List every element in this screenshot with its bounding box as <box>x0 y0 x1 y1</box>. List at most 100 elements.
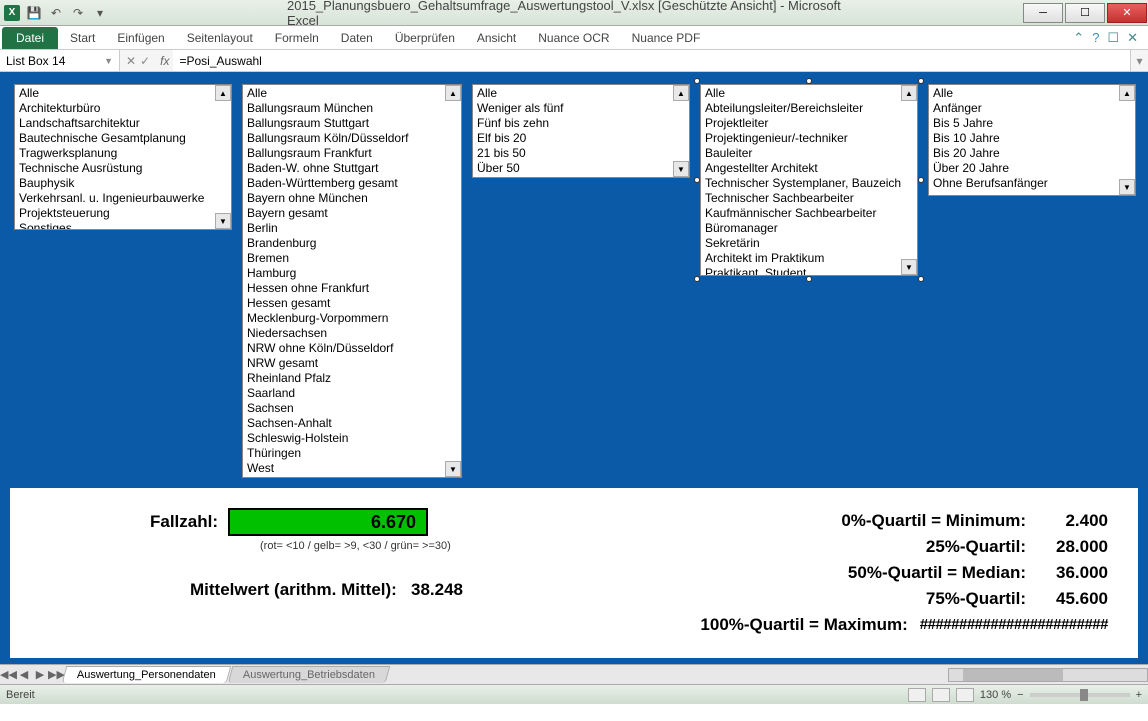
list-item[interactable]: Ballungsraum Stuttgart <box>245 116 459 131</box>
list-item[interactable]: Bautechnische Gesamtplanung <box>17 131 229 146</box>
list-item[interactable]: Sonstiges <box>17 221 229 230</box>
qat-dropdown-icon[interactable]: ▾ <box>92 5 108 21</box>
list-item[interactable]: Über 50 <box>475 161 687 176</box>
list-item[interactable]: Ohne Berufsanfänger <box>931 176 1133 191</box>
list-item[interactable]: Bauleiter <box>703 146 915 161</box>
list-item[interactable]: Berlin <box>245 221 459 236</box>
list-item[interactable]: Hamburg <box>245 266 459 281</box>
scroll-down-icon[interactable]: ▼ <box>215 213 231 229</box>
list-item[interactable]: Über 20 Jahre <box>931 161 1133 176</box>
horizontal-scrollbar[interactable] <box>948 668 1148 682</box>
list-item[interactable]: Technischer Sachbearbeiter <box>703 191 915 206</box>
scroll-up-icon[interactable]: ▲ <box>215 85 231 101</box>
list-item[interactable]: Bis 10 Jahre <box>931 131 1133 146</box>
tab-ueberpruefen[interactable]: Überprüfen <box>385 27 465 49</box>
list-item[interactable]: Elf bis 20 <box>475 131 687 146</box>
list-item[interactable]: Projektleiter <box>703 116 915 131</box>
save-icon[interactable]: 💾 <box>26 5 42 21</box>
list-item[interactable]: Praktikant, Student <box>703 266 915 276</box>
list-item[interactable]: Bis 20 Jahre <box>931 146 1133 161</box>
list-item[interactable]: Projektingenieur/-techniker <box>703 131 915 146</box>
list-item[interactable]: Sekretärin <box>703 236 915 251</box>
list-item[interactable]: Sachsen <box>245 401 459 416</box>
tab-seitenlayout[interactable]: Seitenlayout <box>177 27 263 49</box>
listbox-erfahrung[interactable]: AlleAnfängerBis 5 JahreBis 10 JahreBis 2… <box>928 84 1136 196</box>
scroll-up-icon[interactable]: ▲ <box>901 85 917 101</box>
tab-einfuegen[interactable]: Einfügen <box>107 27 174 49</box>
scroll-down-icon[interactable]: ▼ <box>901 259 917 275</box>
next-sheet-icon[interactable]: ▶ <box>32 668 48 681</box>
scroll-up-icon[interactable]: ▲ <box>1119 85 1135 101</box>
maximize-button[interactable]: ☐ <box>1065 3 1105 23</box>
list-item[interactable]: Technischer Systemplaner, Bauzeich <box>703 176 915 191</box>
scroll-down-icon[interactable]: ▼ <box>673 161 689 177</box>
list-item[interactable]: Angestellter Architekt <box>703 161 915 176</box>
tab-nuance-pdf[interactable]: Nuance PDF <box>622 27 711 49</box>
page-layout-view-icon[interactable] <box>932 688 950 702</box>
list-item[interactable]: NRW ohne Köln/Düsseldorf <box>245 341 459 356</box>
enter-formula-icon[interactable]: ✓ <box>140 54 150 68</box>
list-item[interactable]: Projektsteuerung <box>17 206 229 221</box>
tab-start[interactable]: Start <box>60 27 105 49</box>
list-item[interactable]: Ballungsraum Frankfurt <box>245 146 459 161</box>
redo-icon[interactable]: ↷ <box>70 5 86 21</box>
listbox-groesse[interactable]: AlleWeniger als fünfFünf bis zehnElf bis… <box>472 84 690 178</box>
tab-nuance-ocr[interactable]: Nuance OCR <box>528 27 619 49</box>
page-break-view-icon[interactable] <box>956 688 974 702</box>
list-item[interactable]: Technische Ausrüstung <box>17 161 229 176</box>
list-item[interactable]: Sachsen-Anhalt <box>245 416 459 431</box>
list-item[interactable]: 21 bis 50 <box>475 146 687 161</box>
list-item[interactable]: Tragwerksplanung <box>17 146 229 161</box>
list-item[interactable]: Thüringen <box>245 446 459 461</box>
list-item[interactable]: Kaufmännischer Sachbearbeiter <box>703 206 915 221</box>
list-item[interactable]: Niedersachsen <box>245 326 459 341</box>
list-item[interactable]: Saarland <box>245 386 459 401</box>
listbox-fachrichtung[interactable]: AlleArchitekturbüroLandschaftsarchitektu… <box>14 84 232 230</box>
scroll-down-icon[interactable]: ▼ <box>445 461 461 477</box>
cancel-formula-icon[interactable]: ✕ <box>126 54 136 68</box>
tab-daten[interactable]: Daten <box>331 27 383 49</box>
tab-ansicht[interactable]: Ansicht <box>467 27 526 49</box>
name-box-dropdown-icon[interactable]: ▼ <box>104 56 113 66</box>
list-item[interactable]: Anfänger <box>931 101 1133 116</box>
list-item[interactable]: Hessen ohne Frankfurt <box>245 281 459 296</box>
list-item[interactable]: Mecklenburg-Vorpommern <box>245 311 459 326</box>
first-sheet-icon[interactable]: ◀◀ <box>0 668 16 681</box>
scroll-up-icon[interactable]: ▲ <box>445 85 461 101</box>
undo-icon[interactable]: ↶ <box>48 5 64 21</box>
list-item[interactable]: Brandenburg <box>245 236 459 251</box>
list-item[interactable]: Bis 5 Jahre <box>931 116 1133 131</box>
restore-window-icon[interactable]: ☐ <box>1107 30 1119 46</box>
formula-input[interactable]: =Posi_Auswahl <box>173 50 1130 71</box>
close-workbook-icon[interactable]: ✕ <box>1127 30 1138 46</box>
zoom-in-icon[interactable]: + <box>1136 689 1142 701</box>
list-item[interactable]: Verkehrsanl. u. Ingenieurbauwerke <box>17 191 229 206</box>
name-box[interactable]: List Box 14 ▼ <box>0 50 120 71</box>
normal-view-icon[interactable] <box>908 688 926 702</box>
list-item[interactable]: Architekturbüro <box>17 101 229 116</box>
list-item[interactable]: Bayern gesamt <box>245 206 459 221</box>
list-item[interactable]: Weniger als fünf <box>475 101 687 116</box>
zoom-out-icon[interactable]: − <box>1017 689 1023 701</box>
zoom-slider[interactable] <box>1030 693 1130 697</box>
list-item[interactable]: Fünf bis zehn <box>475 116 687 131</box>
fx-icon[interactable]: fx <box>156 54 173 68</box>
list-item[interactable]: Alle <box>931 86 1133 101</box>
list-item[interactable]: Architekt im Praktikum <box>703 251 915 266</box>
list-item[interactable]: Schleswig-Holstein <box>245 431 459 446</box>
list-item[interactable]: Baden-W. ohne Stuttgart <box>245 161 459 176</box>
list-item[interactable]: Rheinland Pfalz <box>245 371 459 386</box>
list-item[interactable]: Abteilungsleiter/Bereichsleiter <box>703 101 915 116</box>
list-item[interactable]: Bauphysik <box>17 176 229 191</box>
sheet-tab-personendaten[interactable]: Auswertung_Personendaten <box>62 666 231 683</box>
listbox-region[interactable]: AlleBallungsraum MünchenBallungsraum Stu… <box>242 84 462 478</box>
prev-sheet-icon[interactable]: ◀ <box>16 668 32 681</box>
list-item[interactable]: Alle <box>17 86 229 101</box>
list-item[interactable]: Alle <box>245 86 459 101</box>
list-item[interactable]: Büromanager <box>703 221 915 236</box>
scroll-down-icon[interactable]: ▼ <box>1119 179 1135 195</box>
close-button[interactable]: ✕ <box>1107 3 1147 23</box>
zoom-value[interactable]: 130 % <box>980 689 1011 701</box>
list-item[interactable]: Ost <box>245 476 459 478</box>
listbox-position[interactable]: AlleAbteilungsleiter/BereichsleiterProje… <box>700 84 918 276</box>
